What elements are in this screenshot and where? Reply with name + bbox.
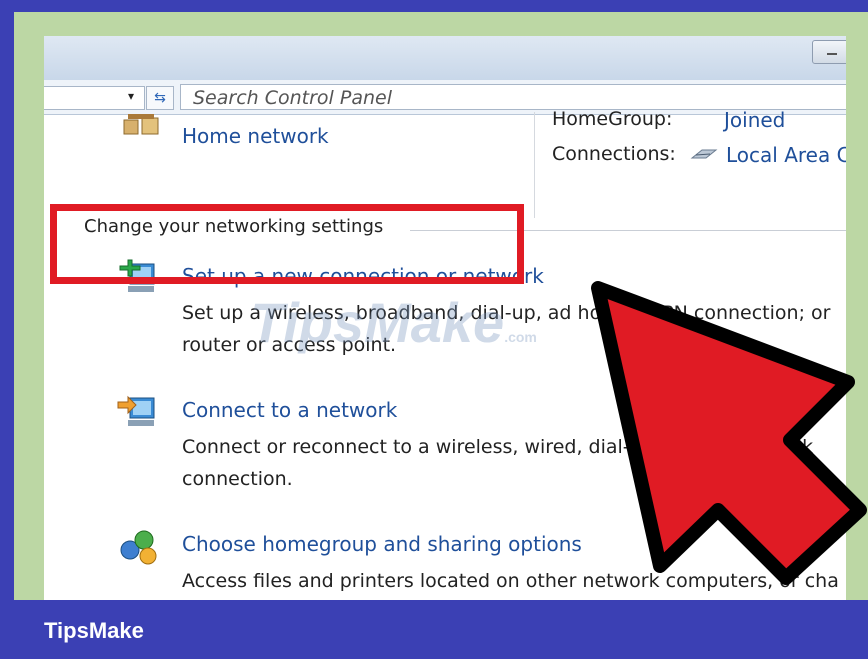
pointer-arrow-icon	[591, 281, 867, 585]
footer-bar: TipsMake	[0, 600, 868, 659]
footer-brand: TipsMake	[44, 618, 144, 643]
